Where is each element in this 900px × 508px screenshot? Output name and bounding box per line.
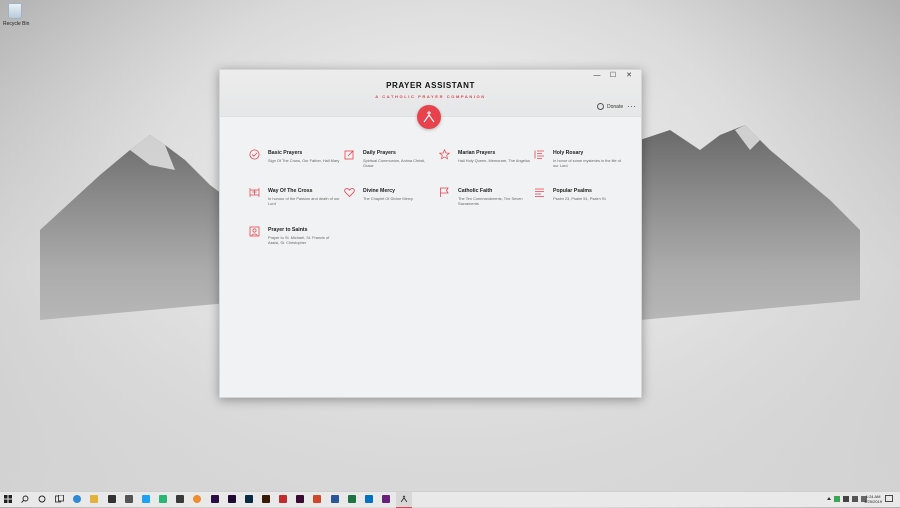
category-popular-psalms[interactable]: Popular Psalms Psalm 23, Psalm 51, Psalm…: [534, 187, 629, 217]
caption-buttons: — ☐ ✕: [589, 71, 637, 81]
edit-icon: [344, 150, 354, 160]
taskbar: 1:24 AM 4/25/2019: [0, 491, 900, 508]
clock[interactable]: 1:24 AM 4/25/2019: [864, 494, 882, 504]
heart-icon: [344, 188, 355, 198]
category-name: Marian Prayers: [458, 150, 496, 156]
app-title: PRAYER ASSISTANT: [386, 81, 475, 90]
cross-logo-icon: [423, 111, 435, 123]
xd-icon[interactable]: [296, 495, 304, 503]
category-desc: Sign Of The Cross, Our Father, Hail Mary: [268, 158, 340, 163]
check-circle-icon: [249, 149, 260, 160]
maximize-button[interactable]: ☐: [605, 71, 621, 81]
category-name: Basic Prayers: [268, 150, 303, 156]
clock-date: 4/25/2019: [864, 499, 882, 504]
notifications-icon[interactable]: [885, 495, 893, 503]
app-logo: [417, 105, 441, 129]
category-basic-prayers[interactable]: Basic Prayers Sign Of The Cross, Our Fat…: [249, 149, 344, 179]
flag-icon: [440, 187, 449, 197]
more-options-button[interactable]: ···: [627, 102, 637, 111]
visual-studio-icon[interactable]: [382, 495, 390, 503]
excel-icon[interactable]: [348, 495, 356, 503]
file-explorer-icon[interactable]: [90, 495, 98, 503]
prayer-assistant-icon: [400, 495, 408, 503]
mail-icon[interactable]: [125, 495, 133, 503]
powerpoint-icon[interactable]: [313, 495, 321, 503]
recycle-bin-icon: [8, 3, 22, 19]
lines-icon: [535, 188, 544, 197]
star-icon: [439, 149, 450, 160]
category-catholic-faith[interactable]: Catholic Faith The Ten Commandments, The…: [439, 187, 534, 217]
category-desc: Hail Holy Queen, Memorare, The Angelus: [458, 158, 530, 163]
messaging-app-icon[interactable]: [159, 495, 167, 503]
category-desc: Psalm 23, Psalm 51, Psalm 91: [553, 196, 606, 201]
app-subtitle: A CATHOLIC PRAYER COMPANION: [375, 94, 486, 99]
twitter-icon[interactable]: [142, 495, 150, 503]
recycle-bin-shortcut[interactable]: Recycle Bin: [3, 3, 30, 27]
prayer-assistant-window: — ☐ ✕ PRAYER ASSISTANT A CATHOLIC PRAYER…: [219, 69, 642, 398]
search-icon[interactable]: [21, 495, 29, 503]
after-effects-icon[interactable]: [228, 495, 236, 503]
category-desc: The Ten Commandments, The Seven Sacramen…: [458, 196, 523, 206]
donate-icon: [597, 103, 604, 110]
wifi-icon[interactable]: [852, 496, 858, 502]
premiere-icon[interactable]: [211, 495, 219, 503]
cortana-icon[interactable]: [38, 495, 46, 503]
tray-app-icon[interactable]: [834, 496, 840, 502]
category-name: Prayer to Saints: [268, 227, 308, 233]
illustrator-icon[interactable]: [262, 495, 270, 503]
category-desc: Spiritual Communion, Anima Christi, Grac…: [363, 158, 426, 168]
system-tray: [827, 496, 867, 502]
category-daily-prayers[interactable]: Daily Prayers Spiritual Communion, Anima…: [344, 149, 439, 179]
outlook-icon[interactable]: [365, 495, 373, 503]
list-icon: [534, 150, 544, 159]
category-marian-prayers[interactable]: Marian Prayers Hail Holy Queen, Memorare…: [439, 149, 534, 179]
category-desc: Prayer to St. Michael, St. Francis of As…: [268, 235, 330, 245]
blender-icon[interactable]: [193, 495, 201, 503]
task-view-icon[interactable]: [55, 495, 64, 503]
cross-frame-icon: [249, 188, 260, 197]
battery-icon[interactable]: [843, 496, 849, 502]
portrait-icon: [249, 226, 260, 237]
minimize-button[interactable]: —: [589, 71, 605, 81]
category-name: Catholic Faith: [458, 188, 493, 194]
category-name: Way Of The Cross: [268, 188, 313, 194]
recycle-bin-label: Recycle Bin: [3, 21, 30, 27]
category-desc: In honour of the Passion and death of ou…: [268, 196, 340, 206]
word-icon[interactable]: [331, 495, 339, 503]
donate-button[interactable]: Donate: [597, 103, 623, 110]
close-button[interactable]: ✕: [621, 71, 637, 81]
category-desc: In honor of some mysteries in the life o…: [553, 158, 621, 168]
store-icon[interactable]: [108, 495, 116, 503]
category-prayer-to-saints[interactable]: Prayer to Saints Prayer to St. Michael, …: [249, 226, 344, 256]
photoshop-icon[interactable]: [245, 495, 253, 503]
edge-browser-icon[interactable]: [73, 495, 81, 503]
category-name: Popular Psalms: [553, 188, 592, 194]
category-name: Holy Rosary: [553, 150, 584, 156]
chevron-up-icon[interactable]: [827, 497, 831, 500]
category-name: Daily Prayers: [363, 150, 396, 156]
category-way-of-the-cross[interactable]: Way Of The Cross In honour of the Passio…: [249, 187, 344, 217]
category-name: Divine Mercy: [363, 188, 396, 194]
category-desc: The Chaplet Of Divine Mercy: [363, 196, 413, 201]
start-windows-icon[interactable]: [4, 495, 12, 503]
category-divine-mercy[interactable]: Divine Mercy The Chaplet Of Divine Mercy: [344, 187, 439, 217]
donate-label: Donate: [607, 103, 624, 110]
terminal-app-icon[interactable]: [176, 495, 184, 503]
category-holy-rosary[interactable]: Holy Rosary In honor of some mysteries i…: [534, 149, 629, 179]
acrobat-icon[interactable]: [279, 495, 287, 503]
